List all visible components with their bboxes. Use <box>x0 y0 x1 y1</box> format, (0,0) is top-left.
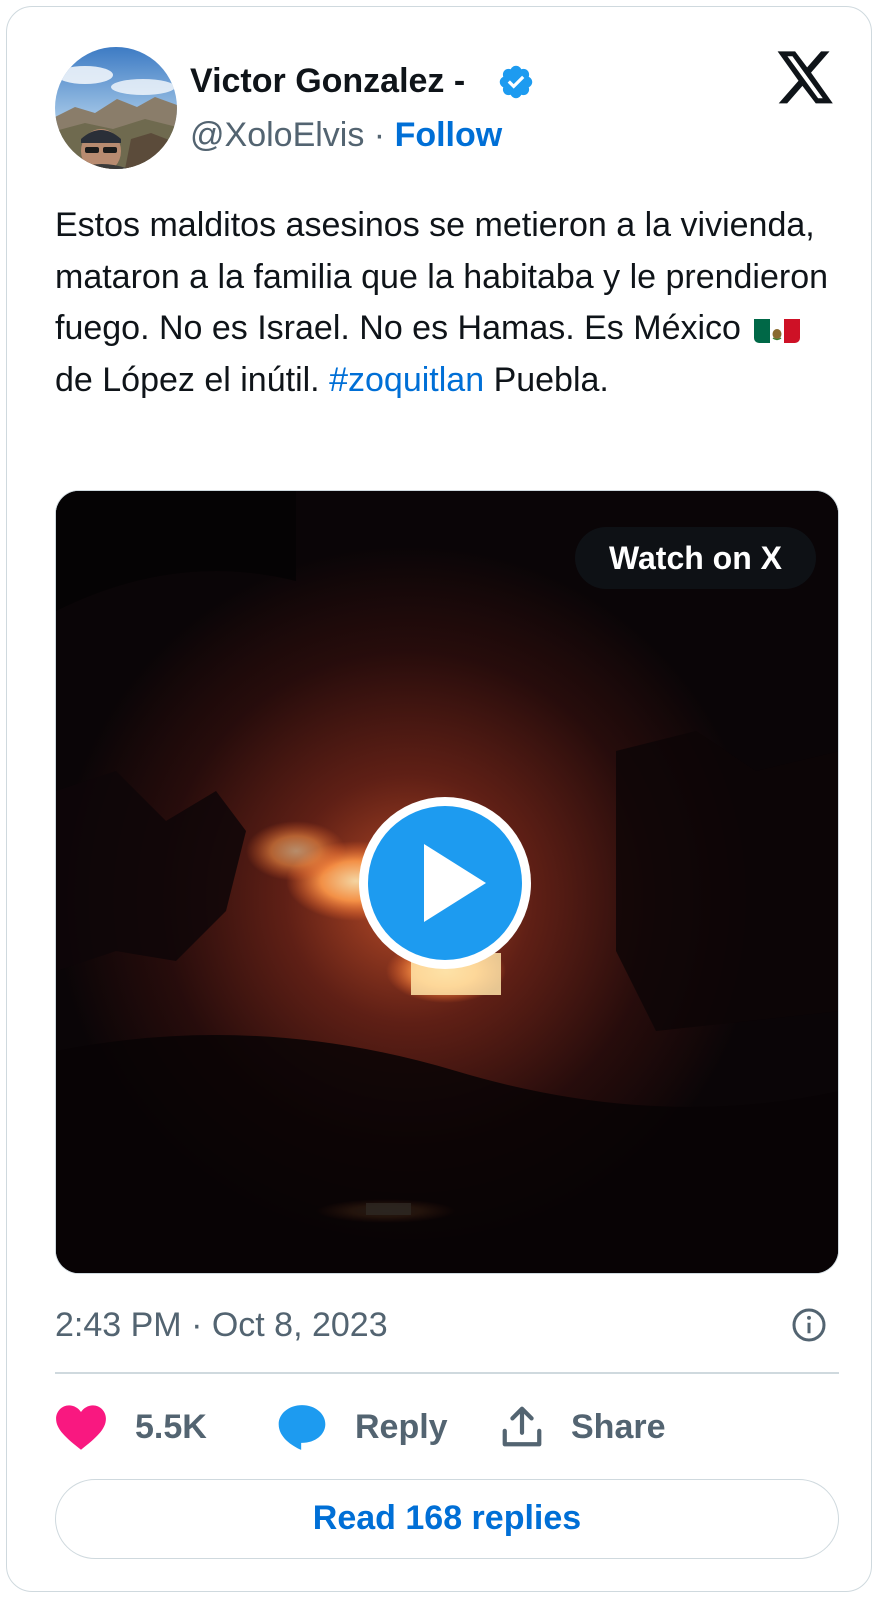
share-label: Share <box>571 1408 666 1446</box>
play-icon[interactable] <box>356 794 534 972</box>
tweet-card: Victor Gonzalez - @XoloElvis · Follow Es… <box>6 6 872 1592</box>
watch-on-x-button[interactable]: Watch on X <box>574 527 816 589</box>
tweet-text-part3: Puebla. <box>493 360 609 399</box>
like-button[interactable]: 5.5K <box>55 1399 207 1455</box>
likes-count: 5.5K <box>135 1408 207 1446</box>
hashtag-link[interactable]: #zoquitlan <box>329 361 484 399</box>
read-replies-button[interactable]: Read 168 replies <box>55 1479 839 1559</box>
video-player[interactable]: Watch on X <box>55 490 839 1274</box>
tweet-text-part1: Estos malditos asesinos se metieron a la… <box>55 206 829 347</box>
share-button[interactable]: Share <box>499 1399 666 1455</box>
info-icon[interactable] <box>791 1307 827 1343</box>
reply-label: Reply <box>355 1408 448 1446</box>
follow-button[interactable]: Follow <box>395 116 503 154</box>
mexico-flag-icon <box>754 313 801 343</box>
tweet-text: Estos malditos asesinos se metieron a la… <box>55 200 845 406</box>
share-upload-icon <box>502 1406 542 1447</box>
handle-row: @XoloElvis · Follow <box>190 113 502 157</box>
separator-dot: · <box>364 116 395 154</box>
verified-badge-icon <box>499 65 533 99</box>
x-logo-icon[interactable] <box>777 51 835 105</box>
reply-bubble-icon <box>278 1405 326 1450</box>
author-name[interactable]: Victor Gonzalez - <box>190 59 465 103</box>
tweet-timestamp[interactable]: 2:43 PM · Oct 8, 2023 <box>55 1303 388 1347</box>
divider <box>55 1372 839 1374</box>
avatar-photo <box>55 47 177 169</box>
author-avatar[interactable] <box>55 47 177 169</box>
tweet-text-part2: de López el inútil. <box>55 360 320 399</box>
heart-icon <box>56 1405 106 1450</box>
reply-button[interactable]: Reply <box>277 1399 448 1455</box>
author-handle[interactable]: @XoloElvis <box>190 116 364 154</box>
